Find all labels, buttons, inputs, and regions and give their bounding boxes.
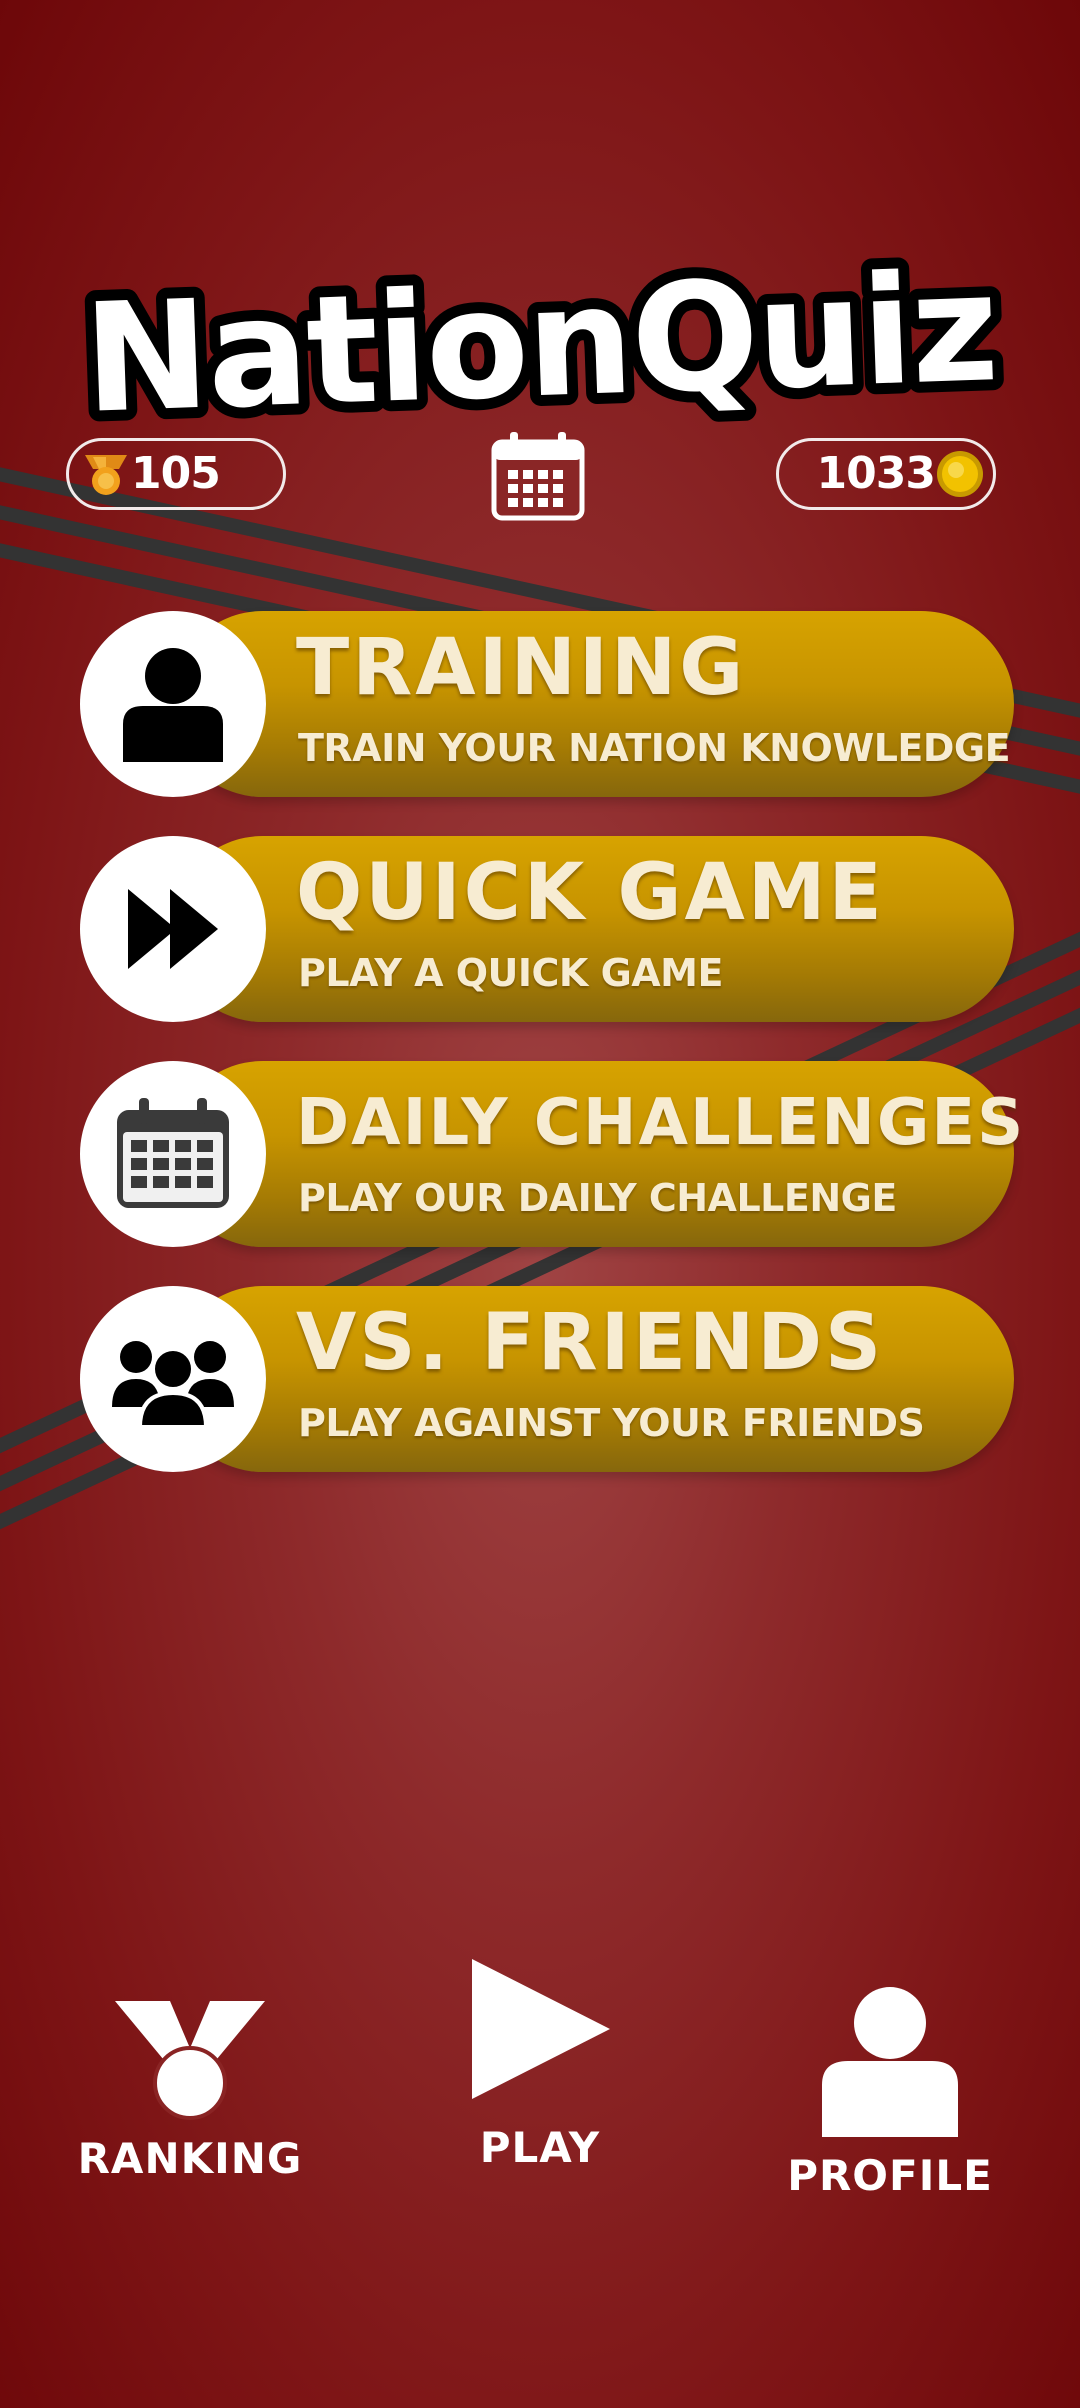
menu-training-button[interactable]: TRAINING TRAIN YOUR NATION KNOWLEDGE xyxy=(80,611,1014,797)
menu-subtitle: PLAY A QUICK GAME xyxy=(298,951,723,995)
medals-value: 105 xyxy=(131,448,221,499)
nav-label: PROFILE xyxy=(787,2151,993,2200)
menu-subtitle: PLAY AGAINST YOUR FRIENDS xyxy=(298,1401,925,1445)
menu-vs-friends-button[interactable]: VS. FRIENDS PLAY AGAINST YOUR FRIENDS xyxy=(80,1286,1014,1472)
menu-subtitle: PLAY OUR DAILY CHALLENGE xyxy=(298,1176,897,1220)
coins-counter: 1033 xyxy=(776,438,996,510)
app-logo: NationQuiz NationQuiz xyxy=(70,240,1010,440)
menu-quick-game-button[interactable]: QUICK GAME PLAY A QUICK GAME xyxy=(80,836,1014,1022)
calendar-icon xyxy=(117,1098,229,1208)
menu-title: QUICK GAME xyxy=(296,848,885,938)
medal-icon xyxy=(115,2001,265,2120)
menu-icon-circle xyxy=(80,836,266,1022)
menu-icon-circle xyxy=(80,1286,266,1472)
menu-title: DAILY CHALLENGES xyxy=(296,1086,1026,1160)
menu-title: VS. FRIENDS xyxy=(296,1298,885,1388)
medal-icon xyxy=(85,455,127,495)
person-icon xyxy=(822,1987,958,2137)
person-icon xyxy=(123,648,223,762)
menu-icon-circle xyxy=(80,611,266,797)
nav-play[interactable]: PLAY xyxy=(420,1955,660,2169)
fast-forward-icon xyxy=(128,889,218,969)
nav-label: RANKING xyxy=(77,2134,303,2183)
nav-label: PLAY xyxy=(479,2123,601,2172)
coin-icon xyxy=(937,451,983,497)
menu-subtitle: TRAIN YOUR NATION KNOWLEDGE xyxy=(298,726,1011,770)
medals-counter: 105 xyxy=(66,438,286,510)
menu-title: TRAINING xyxy=(296,623,747,713)
menu-icon-circle xyxy=(80,1061,266,1247)
calendar-icon[interactable] xyxy=(490,430,586,522)
coins-value: 1033 xyxy=(816,448,936,499)
menu-daily-challenges-button[interactable]: DAILY CHALLENGES PLAY OUR DAILY CHALLENG… xyxy=(80,1061,1023,1247)
group-icon xyxy=(112,1341,234,1429)
play-icon xyxy=(472,1959,610,2099)
nav-ranking[interactable]: RANKING xyxy=(70,1995,310,2180)
logo-text: NationQuiz xyxy=(81,241,999,440)
nav-profile[interactable]: PROFILE xyxy=(770,1985,1010,2197)
